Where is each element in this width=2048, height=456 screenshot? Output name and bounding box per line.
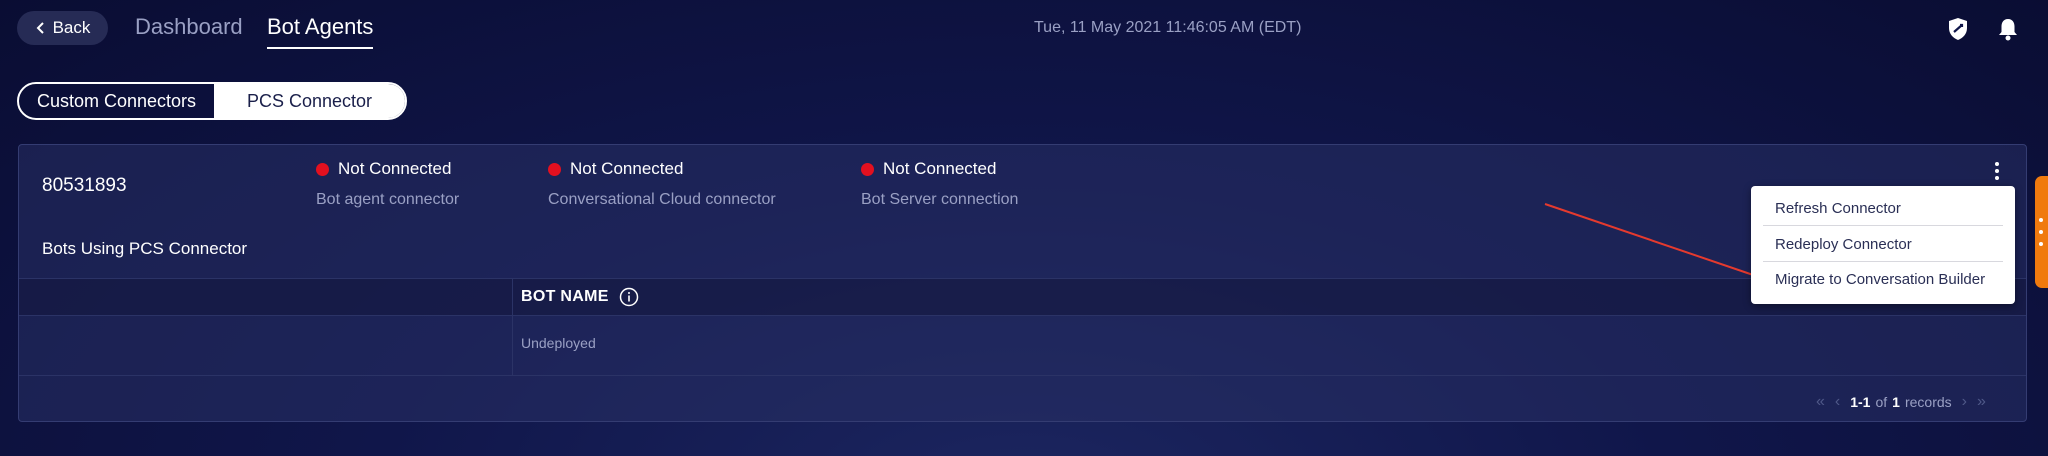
status-dot xyxy=(316,162,329,176)
menu-redeploy-connector[interactable]: Redeploy Connector xyxy=(1775,236,1912,253)
column-divider xyxy=(512,279,513,315)
tab-custom-connectors[interactable]: Custom Connectors xyxy=(19,84,214,118)
agent-id: 80531893 xyxy=(42,175,127,196)
current-datetime: Tue, 11 May 2021 11:46:05 AM (EDT) xyxy=(1034,19,1302,36)
record-of: of xyxy=(1875,394,1888,410)
shield-icon[interactable] xyxy=(1947,17,1969,41)
column-divider xyxy=(512,315,513,375)
side-panel-handle[interactable] xyxy=(2035,176,2048,288)
status-label: Conversational Cloud connector xyxy=(548,191,776,208)
info-icon[interactable] xyxy=(619,287,639,307)
connector-type-toggle: Custom Connectors PCS Connector xyxy=(17,82,407,120)
back-label: Back xyxy=(52,18,91,37)
status-dot xyxy=(548,162,561,176)
connector-options-menu: Refresh Connector Redeploy Connector Mig… xyxy=(1751,186,2015,304)
nav-dashboard[interactable]: Dashboard xyxy=(135,14,243,40)
bell-icon[interactable] xyxy=(1997,17,2019,41)
status-label: Bot Server connection xyxy=(861,191,1019,208)
status-text: Not Connected xyxy=(338,159,452,178)
chevron-left-icon xyxy=(36,22,44,34)
column-bot-name[interactable]: BOT NAME xyxy=(521,287,639,307)
nav-bot-agents[interactable]: Bot Agents xyxy=(267,14,374,49)
more-options-icon[interactable] xyxy=(1994,161,2000,181)
pagination: « ‹ 1-1 of 1 records › » xyxy=(1816,393,1986,411)
status-dot xyxy=(861,162,874,176)
menu-migrate-conversation-builder[interactable]: Migrate to Conversation Builder xyxy=(1775,271,1985,288)
status-text: Not Connected xyxy=(570,159,684,178)
last-page-icon[interactable]: » xyxy=(1977,393,1986,411)
menu-divider xyxy=(1763,225,2003,226)
record-total: 1 xyxy=(1892,394,1900,410)
back-button[interactable]: Back xyxy=(17,11,108,45)
record-suffix: records xyxy=(1904,394,1952,410)
table-row: Undeployed xyxy=(19,315,2026,376)
bot-status-cell: Undeployed xyxy=(521,335,596,351)
record-range: 1-1 xyxy=(1850,394,1871,410)
menu-refresh-connector[interactable]: Refresh Connector xyxy=(1775,200,1901,217)
column-bot-name-label: BOT NAME xyxy=(521,288,609,305)
status-label: Bot agent connector xyxy=(316,191,460,208)
status-text: Not Connected xyxy=(883,159,997,178)
status-conversational-cloud: Not Connected Conversational Cloud conne… xyxy=(548,159,776,209)
annotation-arrow xyxy=(1544,203,1772,282)
next-page-icon[interactable]: › xyxy=(1962,393,1967,411)
first-page-icon[interactable]: « xyxy=(1816,393,1825,411)
tab-pcs-connector[interactable]: PCS Connector xyxy=(214,84,405,118)
status-bot-agent: Not Connected Bot agent connector xyxy=(316,159,459,209)
bots-using-heading: Bots Using PCS Connector xyxy=(42,239,248,258)
record-count: 1-1 of 1 records xyxy=(1850,394,1951,410)
menu-divider xyxy=(1763,261,2003,262)
status-bot-server: Not Connected Bot Server connection xyxy=(861,159,1018,209)
prev-page-icon[interactable]: ‹ xyxy=(1835,393,1840,411)
